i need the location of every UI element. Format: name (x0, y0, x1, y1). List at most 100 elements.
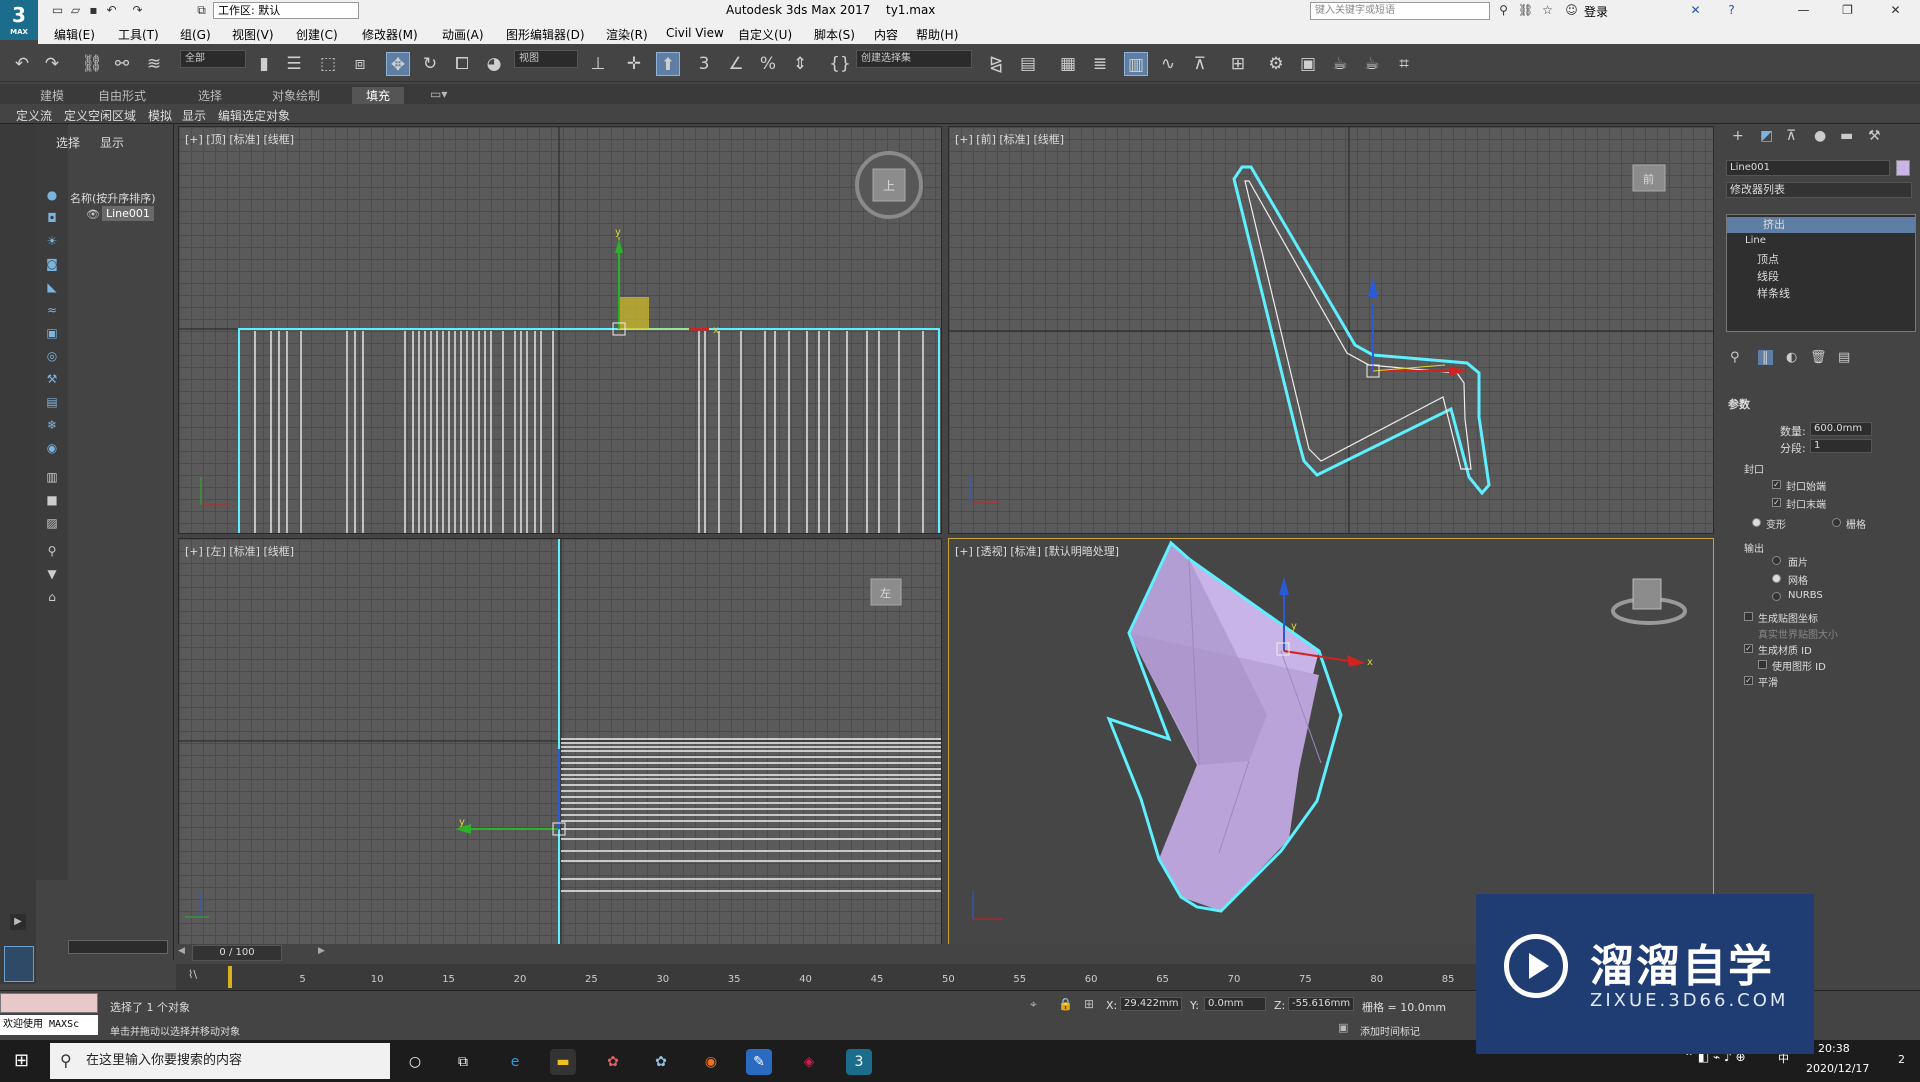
y-coordinate-field[interactable]: 0.0mm (1204, 997, 1266, 1011)
undo-icon[interactable]: ↶ (10, 52, 34, 76)
display-bones-icon[interactable]: ⚒ (42, 372, 62, 390)
display-frozen-icon[interactable]: ❄ (42, 418, 62, 436)
select-move-icon[interactable]: ✥ (386, 52, 410, 76)
named-selection-dropdown[interactable]: 创建选择集 (856, 50, 972, 68)
selection-filter-dropdown[interactable]: 全部 (180, 50, 246, 68)
cap-end-checkbox[interactable]: ✓ (1772, 498, 1781, 507)
grid-radio[interactable] (1832, 518, 1841, 527)
unlink-icon[interactable]: ⚯ (110, 52, 134, 76)
align-icon[interactable]: ▤ (1016, 52, 1040, 76)
maxscript-welcome[interactable]: 欢迎使用 MAXSc (0, 1015, 98, 1035)
star-icon[interactable]: ☆ (1540, 3, 1555, 18)
menu-civil-view[interactable]: Civil View (666, 26, 724, 40)
time-tag-icon[interactable]: ▣ (1338, 1021, 1348, 1034)
save-icon[interactable]: ▪ (86, 3, 101, 18)
display-lights-icon[interactable]: ☀ (42, 234, 62, 252)
link-icon[interactable]: ⛓ (80, 52, 104, 76)
time-slider-thumb[interactable]: 0 / 100 (192, 945, 282, 961)
display-xrefs-icon[interactable]: ◎ (42, 349, 62, 367)
subtab-simulate[interactable]: 模拟 (148, 107, 172, 124)
menu-modifiers[interactable]: 修改器(M) (362, 26, 418, 43)
new-file-icon[interactable]: ▭ (50, 3, 65, 18)
clock-time[interactable]: 20:38 (1818, 1042, 1850, 1055)
percent-snap-icon[interactable]: % (756, 52, 780, 76)
file-explorer-icon[interactable]: ▬ (550, 1049, 576, 1075)
motion-tab-icon[interactable]: ● (1814, 128, 1826, 144)
redo-icon[interactable]: ↷ (40, 52, 64, 76)
display-spacewarps-icon[interactable]: ≈ (42, 303, 62, 321)
edit-named-selection-icon[interactable]: {} (828, 52, 852, 76)
menu-views[interactable]: 视图(V) (232, 26, 274, 43)
viewport-perspective[interactable]: [+] [透视] [标准] [默认明暗处理] x y (948, 538, 1714, 946)
absolute-offset-icon[interactable]: ⊞ (1084, 997, 1094, 1011)
expand-arrow-icon[interactable]: ▶ (10, 914, 26, 930)
viewport-front[interactable]: [+] [前] [标准] [线框] 前 (948, 126, 1714, 534)
user-icon[interactable]: ☺ (1564, 3, 1579, 18)
scene-object-line001[interactable]: Line001 (102, 206, 154, 221)
gen-map-coords-checkbox[interactable] (1744, 612, 1753, 621)
next-frame-icon[interactable]: ▶ (318, 946, 328, 960)
segments-spinner[interactable]: 1 (1810, 439, 1872, 453)
menu-edit[interactable]: 编辑(E) (54, 26, 95, 43)
pivot-center-icon[interactable]: ⊥ (586, 52, 610, 76)
stack-item-spline[interactable]: 样条线 (1757, 285, 1790, 301)
subtab-display[interactable]: 显示 (182, 107, 206, 124)
amount-spinner[interactable]: 600.0mm (1810, 422, 1872, 436)
notepad-icon[interactable]: ✎ (746, 1049, 772, 1075)
select-scale-icon[interactable]: ⧠ (450, 52, 474, 76)
minimize-icon[interactable]: — (1796, 3, 1811, 18)
pin-stack-icon[interactable]: ⚲ (1730, 350, 1740, 365)
schematic-view-icon[interactable]: ⊼ (1188, 52, 1212, 76)
tab-populate[interactable]: 填充 (352, 87, 405, 104)
keyboard-shortcut-override-icon[interactable]: ⬆ (656, 52, 680, 76)
angle-snap-icon[interactable]: ∠ (724, 52, 748, 76)
selection-lock-icon[interactable]: 🔒 (1058, 997, 1073, 1011)
x-coordinate-field[interactable]: 29.422mm (1120, 997, 1182, 1011)
windows-start-icon[interactable]: ⊞ (14, 1050, 29, 1071)
subtab-define-idle-areas[interactable]: 定义空闲区域 (64, 107, 136, 124)
isolate-selection-icon[interactable]: ⌖ (1030, 997, 1037, 1012)
app-icon-1[interactable]: ✿ (600, 1049, 626, 1075)
subtab-edit-selected[interactable]: 编辑选定对象 (218, 107, 290, 124)
subtab-define-flows[interactable]: 定义流 (16, 107, 52, 124)
select-manipulate-icon[interactable]: ✛ (622, 52, 646, 76)
scene-tab-select[interactable]: 选择 (56, 134, 80, 151)
display-containers-icon[interactable]: ▤ (42, 395, 62, 413)
viewport-top[interactable]: [+] [顶] [标准] [线框] y x 上 (178, 126, 942, 534)
configure-sets-icon[interactable]: ▤ (1838, 350, 1850, 365)
menu-customize[interactable]: 自定义(U) (738, 26, 792, 43)
max-logo[interactable]: 3 MAX (0, 0, 38, 40)
window-crossing-icon[interactable]: ⧈ (348, 52, 372, 76)
display-none-icon[interactable]: ● (42, 188, 62, 206)
show-end-result-icon[interactable]: ‖ (1758, 350, 1773, 365)
params-rollout-title[interactable]: 参数 (1728, 396, 1750, 412)
viewport-layout-icon[interactable] (4, 946, 34, 982)
make-unique-icon[interactable]: ◐ (1786, 350, 1797, 365)
workspace-dropdown[interactable]: 工作区: 默认 (213, 2, 359, 19)
menu-group[interactable]: 组(G) (180, 26, 211, 43)
select-rotate-icon[interactable]: ↻ (418, 52, 442, 76)
display-all-icon[interactable]: ▥ (42, 470, 62, 488)
display-none-filter-icon[interactable]: ■ (42, 493, 62, 511)
display-groups-icon[interactable]: ▣ (42, 326, 62, 344)
tab-selection[interactable]: 选择 (198, 87, 222, 104)
select-by-name-icon[interactable]: ☰ (282, 52, 306, 76)
current-frame-marker[interactable] (228, 966, 232, 988)
ribbon-toggle-icon[interactable]: ▥ (1124, 52, 1148, 76)
clock-date[interactable]: 2020/12/17 (1806, 1062, 1869, 1075)
exchange-icon[interactable]: ✕ (1688, 3, 1703, 18)
eye-icon[interactable]: 👁 (86, 208, 100, 221)
open-file-icon[interactable]: ▱ (68, 3, 83, 18)
stack-item-vertex[interactable]: 顶点 (1757, 251, 1779, 267)
binoculars-icon[interactable]: ⚲ (1496, 3, 1511, 18)
utilities-tab-icon[interactable]: ⚒ (1868, 128, 1881, 144)
name-column-header[interactable]: 名称(按升序排序) (70, 190, 156, 206)
render-production-icon[interactable]: ☕ (1328, 52, 1352, 76)
menu-create[interactable]: 创建(C) (296, 26, 338, 43)
layer-explorer-icon[interactable]: ≣ (1088, 52, 1112, 76)
login-label[interactable]: 登录 (1584, 3, 1608, 20)
project-folder-icon[interactable]: ⧉ (194, 3, 209, 18)
material-editor-icon[interactable]: ⊞ (1226, 52, 1250, 76)
invert-display-icon[interactable]: ▨ (42, 516, 62, 534)
spinner-snap-icon[interactable]: ⇕ (788, 52, 812, 76)
